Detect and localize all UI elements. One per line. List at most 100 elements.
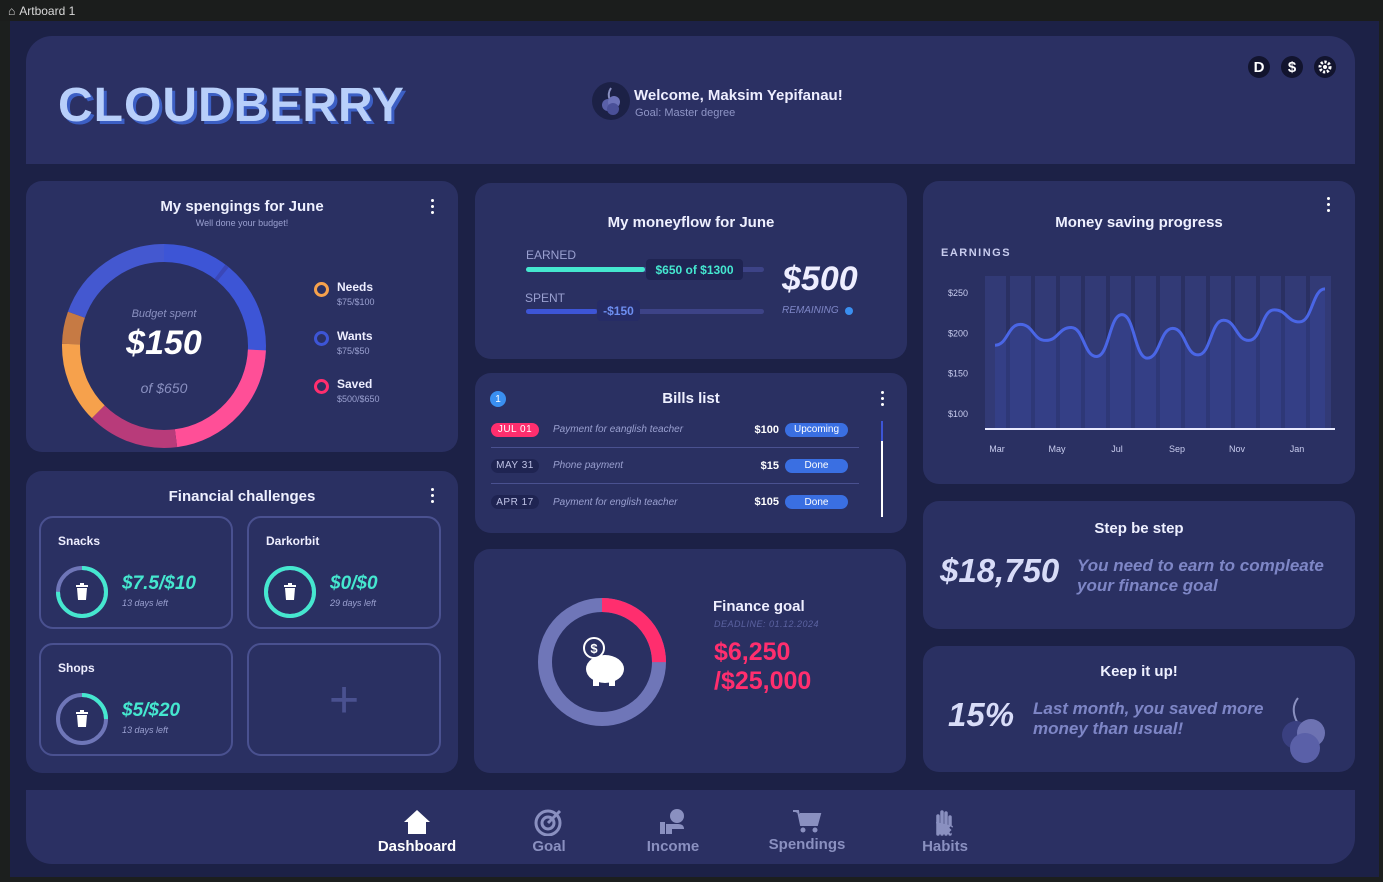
spendings-subtitle: Well done your budget!	[195, 218, 289, 228]
saving-chart: $250 $200 $150 $100 Mar May Jul Sep Nov Jan	[948, 276, 1335, 454]
bill-amount: $100	[754, 423, 779, 436]
legend-needs: Needs $75/$100	[314, 280, 375, 307]
keepup-title: Keep it up!	[1100, 663, 1178, 680]
profile-d-icon[interactable]: D	[1248, 56, 1270, 78]
bill-desc: Phone payment	[553, 460, 624, 471]
challenges-title: Financial challenges	[168, 488, 316, 505]
artboard: CLOUDBERRY Welcome, Maksim Yepifanau! Go…	[10, 21, 1379, 877]
bill-date: APR 17	[491, 495, 539, 509]
scrollbar-thumb[interactable]	[881, 421, 883, 441]
remaining-amount: $500	[782, 260, 858, 298]
svg-text:$: $	[590, 641, 598, 656]
hand-icon	[936, 810, 957, 836]
nav-goal[interactable]: Goal	[494, 808, 604, 855]
trash-icon	[284, 583, 296, 600]
bill-amount: $15	[760, 459, 779, 472]
finance-goal-card: $ Finance goal DEADLINE: 01.12.2024 $6,2…	[474, 549, 906, 773]
earnings-label: EARNINGS	[941, 247, 1012, 259]
bill-date: JUL 01	[491, 422, 539, 437]
nav-spendings[interactable]: Spendings	[752, 808, 862, 853]
challenge-amount: $5/$20	[122, 700, 181, 721]
challenge-days: 29 days left	[330, 598, 377, 608]
app-logo: CLOUDBERRY	[58, 79, 405, 132]
more-icon[interactable]	[881, 391, 885, 406]
trash-icon	[76, 710, 88, 727]
nav-dashboard[interactable]: Dashboard	[362, 808, 472, 855]
app-header: CLOUDBERRY Welcome, Maksim Yepifanau! Go…	[26, 36, 1355, 164]
spent-label: SPENT	[525, 291, 566, 305]
challenge-name: Snacks	[58, 534, 101, 548]
challenge-name: Shops	[58, 661, 95, 675]
finance-goal-ring: $	[538, 598, 666, 726]
bill-desc: Payment for english teacher	[553, 496, 678, 508]
nav-habits[interactable]: Habits	[890, 808, 1000, 855]
home-icon	[404, 810, 430, 834]
x-tick-label: Jul	[1111, 444, 1123, 454]
bills-title: Bills list	[662, 390, 720, 407]
bills-scrollbar[interactable]	[881, 421, 883, 517]
x-tick-label: Jan	[1290, 444, 1305, 454]
currency-icon[interactable]: $	[1281, 56, 1303, 78]
bill-status[interactable]: Done	[785, 458, 848, 473]
more-icon[interactable]	[431, 488, 435, 503]
spendings-card: My spengings for June Well done your bud…	[26, 181, 458, 452]
budget-amount: $150	[126, 324, 202, 362]
budget-total: of $650	[140, 380, 188, 396]
bottom-nav: Dashboard Goal Income Spendings Habits	[26, 790, 1355, 864]
window-titlebar: ⌂ Artboard 1	[0, 0, 1383, 21]
income-icon	[660, 809, 684, 834]
spent-tooltip: -$150	[597, 300, 640, 321]
cloudberry-avatar-icon	[602, 87, 620, 115]
bill-row[interactable]: JUL 01 Payment for eanglish teacher $100…	[491, 412, 859, 448]
bill-row[interactable]: APR 17 Payment for english teacher $105 …	[491, 484, 859, 520]
saved-ring-icon	[314, 379, 329, 394]
step-title: Step be step	[1094, 520, 1184, 537]
bill-row[interactable]: MAY 31 Phone payment $15 Done	[491, 448, 859, 484]
nav-income[interactable]: Income	[618, 808, 728, 855]
bill-status[interactable]: Done	[785, 495, 848, 509]
y-tick-label: $200	[948, 328, 968, 338]
finance-goal-target: /$25,000	[714, 667, 812, 695]
cart-icon	[793, 810, 822, 833]
saving-card: Money saving progress EARNINGS $250 $200 $…	[923, 181, 1355, 484]
bills-card: 1 Bills list JUL 01 Payment for eanglish…	[475, 373, 907, 533]
x-tick-label: May	[1048, 444, 1066, 454]
challenge-name: Darkorbit	[266, 534, 320, 548]
bill-status[interactable]: Upcoming	[785, 422, 848, 437]
finance-goal-current: $6,250	[714, 638, 791, 666]
target-icon	[534, 809, 562, 836]
finance-goal-title: Finance goal	[713, 598, 805, 615]
challenge-shops[interactable]: Shops $5/$20 13 days left	[39, 643, 233, 756]
saving-title: Money saving progress	[1055, 214, 1223, 231]
home-icon: ⌂	[8, 3, 16, 18]
needs-ring-icon	[314, 282, 329, 297]
window-title: Artboard 1	[19, 3, 76, 18]
bill-date: MAY 31	[491, 458, 539, 473]
more-icon[interactable]	[431, 199, 435, 214]
remaining-dot-icon	[844, 306, 853, 315]
x-tick-label: Nov	[1229, 444, 1246, 454]
x-tick-label: Sep	[1169, 444, 1185, 454]
challenge-days: 13 days left	[122, 598, 169, 608]
budget-label: Budget spent	[131, 308, 197, 320]
more-icon[interactable]	[1327, 197, 1331, 212]
y-tick-label: $150	[948, 369, 968, 379]
moneyflow-card: My moneyflow for June EARNED $650 of $13…	[475, 183, 907, 359]
legend-wants: Wants $75/$50	[314, 329, 373, 356]
avatar[interactable]	[592, 82, 630, 120]
challenge-darkorbit[interactable]: Darkorbit $0/$0 29 days left	[247, 516, 441, 629]
remaining-label: REMAINING	[782, 305, 853, 316]
step-card: Step be step $18,750 You need to earn to…	[923, 501, 1355, 629]
plus-icon: +	[328, 670, 360, 729]
challenge-snacks[interactable]: Snacks $7.5/$10 13 days left	[39, 516, 233, 629]
add-challenge-button[interactable]: +	[247, 643, 441, 756]
bill-amount: $105	[754, 496, 779, 508]
gear-icon[interactable]	[1314, 56, 1336, 78]
challenge-ring	[264, 566, 316, 618]
keepup-card: Keep it up! 15% Last month, you saved mo…	[923, 646, 1355, 772]
challenge-amount: $0/$0	[330, 573, 378, 594]
bill-desc: Payment for eanglish teacher	[553, 424, 684, 435]
keepup-percent: 15%	[948, 696, 1015, 733]
spendings-title: My spengings for June	[160, 198, 324, 215]
step-amount: $18,750	[940, 552, 1060, 589]
